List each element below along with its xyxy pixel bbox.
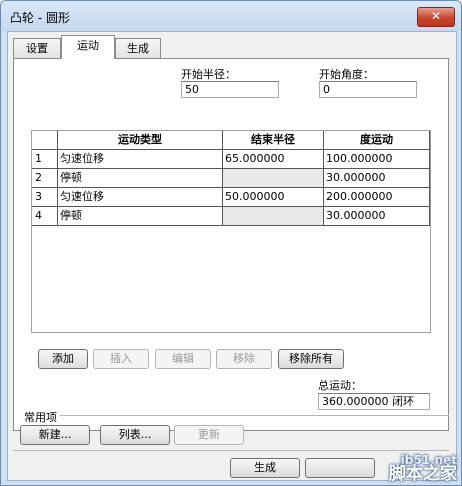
table-corner [32,131,58,150]
close-dialog-button[interactable] [305,458,375,478]
title-bar[interactable]: 凸轮 - 圆形 ✕ [1,1,461,31]
watermark-text: 脚本之家 [389,464,457,484]
new-button[interactable]: 新建... [20,425,90,445]
end-radius-cell [223,169,324,188]
row-number[interactable]: 4 [32,207,58,226]
insert-button: 插入 [93,349,149,369]
close-button[interactable]: ✕ [417,7,455,27]
tab-settings[interactable]: 设置 [13,38,61,58]
degrees-cell[interactable]: 200.000000 [324,188,430,207]
update-button: 更新 [174,425,244,445]
end-radius-cell[interactable]: 65.000000 [223,150,324,169]
column-header-end-radius[interactable]: 结束半径 [223,131,324,150]
tab-generate[interactable]: 生成 [115,38,161,58]
window-title: 凸轮 - 圆形 [10,11,70,25]
motion-type-cell[interactable]: 停顿 [58,169,223,188]
common-section-divider [60,415,449,416]
generate-button[interactable]: 生成 [230,458,300,478]
tab-motion[interactable]: 运动 [61,35,115,59]
site-watermark: jb51.net 脚本之家 [389,454,457,483]
end-radius-cell [223,207,324,226]
add-button[interactable]: 添加 [38,349,88,369]
dialog-client: 设置 运动 生成 开始半径： 50 开始角度： 0 运动类型 结束半径 度运动 … [7,31,457,481]
degrees-cell[interactable]: 30.000000 [324,169,430,188]
degrees-cell[interactable]: 30.000000 [324,207,430,226]
edit-button: 编辑 [155,349,211,369]
motion-type-cell[interactable]: 停顿 [58,207,223,226]
motion-type-cell[interactable]: 匀速位移 [58,188,223,207]
common-section-label: 常用项 [24,411,57,424]
motion-type-cell[interactable]: 匀速位移 [58,150,223,169]
remove-all-button[interactable]: 移除所有 [278,349,344,369]
footer-divider [13,450,449,451]
column-header-degrees[interactable]: 度运动 [324,131,430,150]
motion-tab-panel: 开始半径： 50 开始角度： 0 运动类型 结束半径 度运动 1 匀速位移 65… [13,58,449,431]
remove-button: 移除 [216,349,272,369]
list-button[interactable]: 列表... [100,425,170,445]
start-radius-label: 开始半径： [181,68,236,81]
row-number[interactable]: 2 [32,169,58,188]
total-motion-label: 总运动： [318,379,362,392]
end-radius-cell[interactable]: 50.000000 [223,188,324,207]
degrees-cell[interactable]: 100.000000 [324,150,430,169]
total-motion-value: 360.000000 闭环 [318,393,430,410]
row-number[interactable]: 1 [32,150,58,169]
start-angle-input[interactable]: 0 [319,81,417,98]
row-number[interactable]: 3 [32,188,58,207]
column-header-motion-type[interactable]: 运动类型 [58,131,223,150]
motion-table[interactable]: 运动类型 结束半径 度运动 1 匀速位移 65.000000 100.00000… [31,130,431,333]
start-angle-label: 开始角度： [319,68,374,81]
dialog-window: 凸轮 - 圆形 ✕ 设置 运动 生成 开始半径： 50 开始角度： 0 运动类型… [0,0,462,486]
start-radius-input[interactable]: 50 [181,81,279,98]
